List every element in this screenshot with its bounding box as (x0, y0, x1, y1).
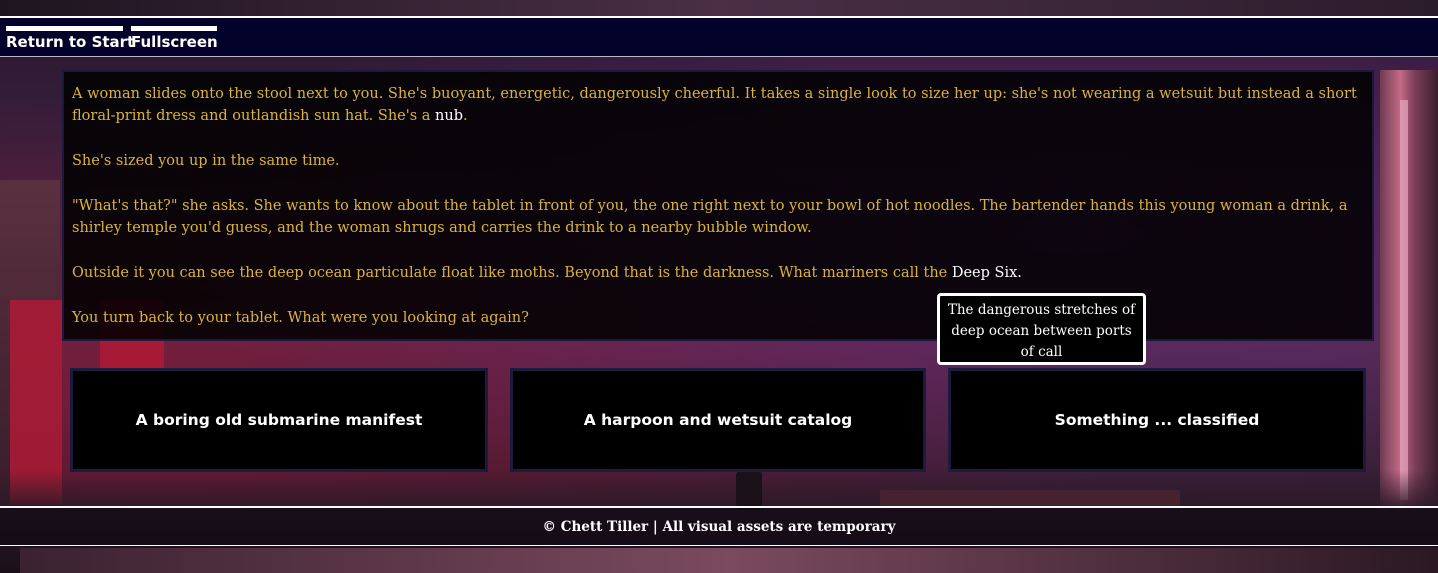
story-paragraph: You turn back to your tablet. What were … (72, 310, 529, 326)
fullscreen-button[interactable]: Fullscreen (131, 26, 218, 52)
footer-credits: © Chett Tiller | All visual assets are t… (0, 506, 1438, 546)
background-red-curtain (10, 300, 62, 505)
story-text: . (463, 108, 468, 124)
story-text-panel: A woman slides onto the stool next to yo… (62, 70, 1374, 341)
keyword-tooltip: The dangerous stretches of deep ocean be… (937, 293, 1146, 365)
choice-submarine-manifest-button[interactable]: A boring old submarine manifest (70, 368, 488, 472)
keyword-nub[interactable]: nub (435, 108, 463, 124)
background-window-post (1400, 100, 1408, 500)
background-bottom-frame (20, 548, 1438, 573)
background-window-frame (1380, 70, 1438, 510)
return-to-start-button[interactable]: Return to Start (6, 26, 134, 52)
background-stool (736, 470, 762, 510)
story-paragraph: A woman slides onto the stool next to yo… (72, 83, 1364, 127)
choice-label: A harpoon and wetsuit catalog (583, 411, 853, 429)
keyword-deep-six[interactable]: Deep Six. (952, 265, 1022, 281)
choice-classified-button[interactable]: Something ... classified (948, 368, 1366, 472)
top-nav-bar: Return to Start Fullscreen (0, 16, 1438, 57)
background-scene-top (0, 0, 1438, 16)
story-paragraph: "What's that?" she asks. She wants to kn… (72, 198, 1348, 236)
choice-label: A boring old submarine manifest (135, 411, 423, 429)
choice-harpoon-catalog-button[interactable]: A harpoon and wetsuit catalog (510, 368, 926, 472)
story-paragraph: Outside it you can see the deep ocean pa… (72, 262, 1364, 284)
story-paragraph: She's sized you up in the same time. (72, 153, 340, 169)
background-wood-beam (0, 180, 60, 510)
story-text: A woman slides onto the stool next to yo… (72, 86, 1357, 124)
choice-label: Something ... classified (1054, 411, 1260, 429)
story-text: Outside it you can see the deep ocean pa… (72, 265, 952, 281)
